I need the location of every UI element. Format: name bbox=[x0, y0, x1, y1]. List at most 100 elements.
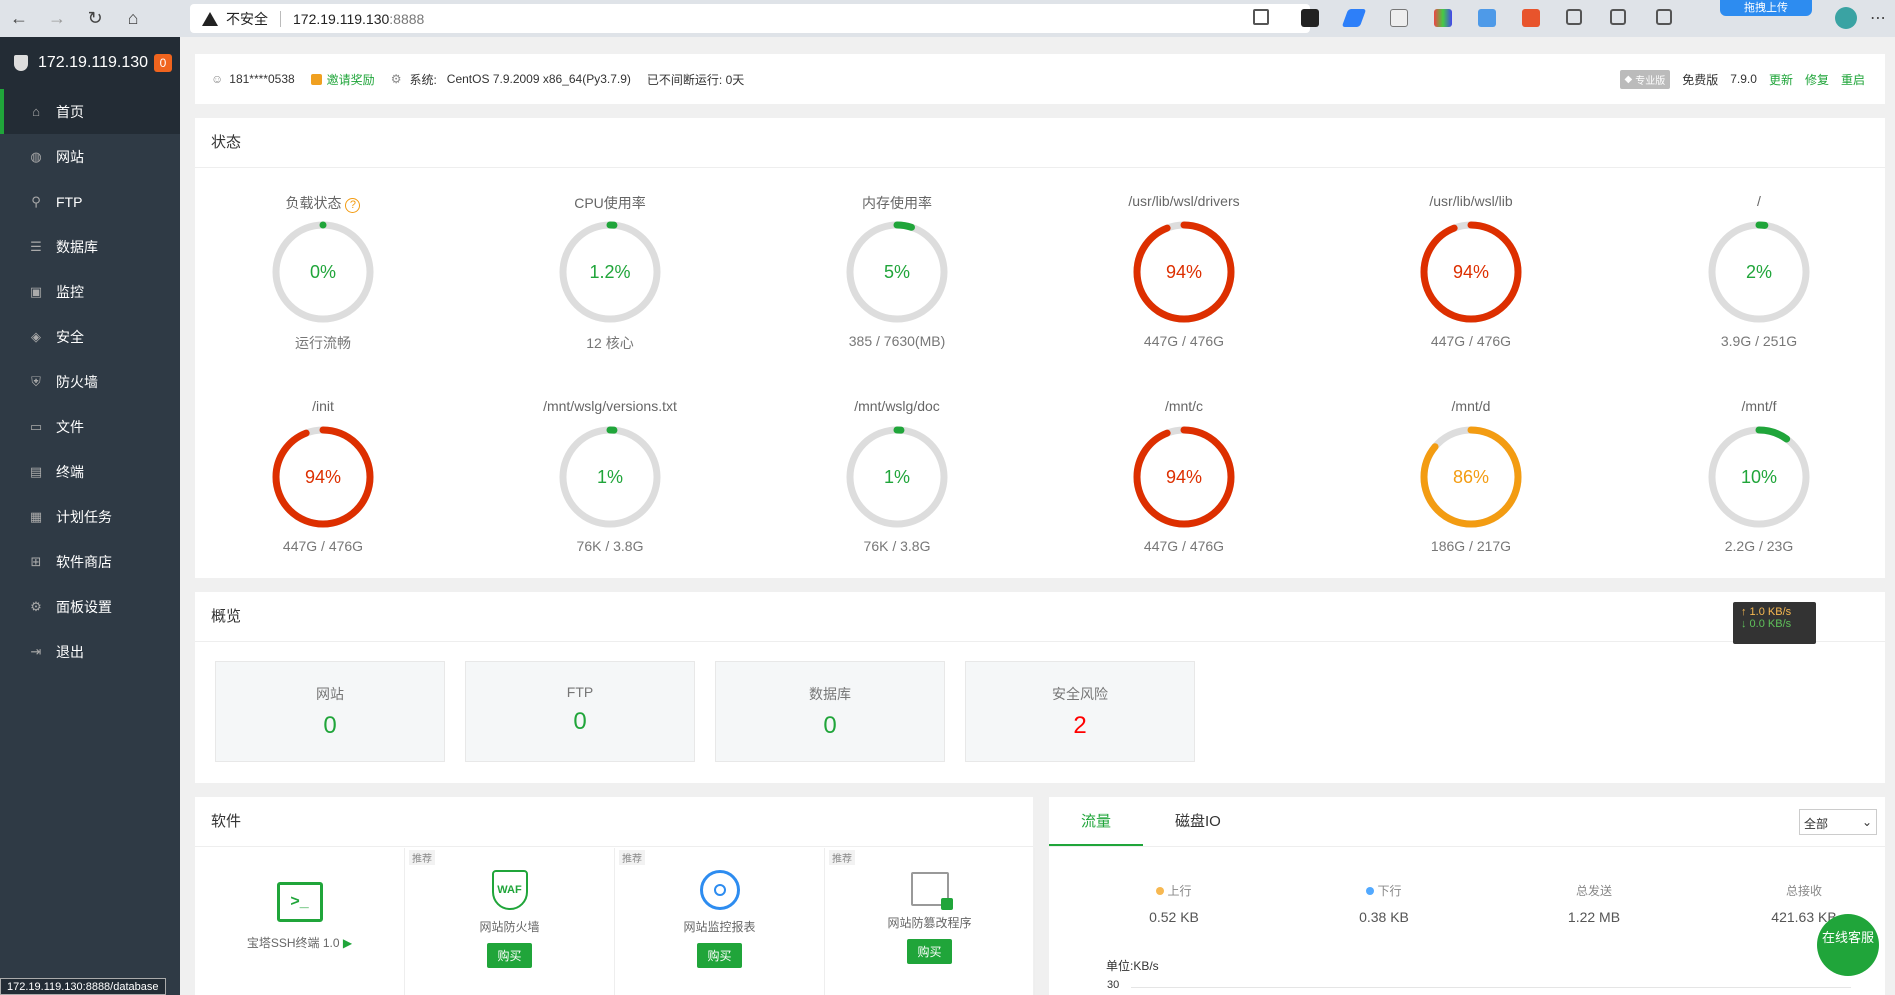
sidebar-item-10[interactable]: ⊞ 软件商店 bbox=[0, 539, 180, 584]
message-badge[interactable]: 0 bbox=[154, 54, 172, 72]
overview-value: 2 bbox=[1073, 712, 1087, 739]
overview-label: FTP bbox=[566, 684, 594, 700]
sidebar-item-2[interactable]: ⚲ FTP bbox=[0, 179, 180, 224]
gauge[interactable]: / 2% 3.9G / 251G bbox=[1659, 193, 1859, 349]
sidebar-item-9[interactable]: ▦ 计划任务 bbox=[0, 494, 180, 539]
tab-disk-io[interactable]: 磁盘IO bbox=[1143, 797, 1253, 846]
more-icon[interactable]: ⋯ bbox=[1870, 8, 1886, 28]
gauge-ring: 5% bbox=[846, 221, 948, 323]
pro-badge[interactable]: ◆ 专业版 bbox=[1619, 69, 1671, 89]
gauge[interactable]: /init 94% 447G / 476G bbox=[223, 398, 423, 554]
upload-pill[interactable]: 拖拽上传 bbox=[1720, 0, 1812, 16]
terminal-app-icon: >_ bbox=[276, 882, 323, 922]
sidebar-item-label: 软件商店 bbox=[56, 553, 112, 570]
tamper-proof-icon bbox=[910, 872, 953, 910]
collections-icon[interactable] bbox=[1656, 9, 1672, 25]
palette-icon[interactable] bbox=[1434, 9, 1452, 27]
address-bar[interactable]: 不安全 172.19.119.130:8888 bbox=[190, 4, 1310, 33]
monitor-report-icon bbox=[699, 870, 740, 910]
gauge[interactable]: 内存使用率 5% 385 / 7630(MB) bbox=[797, 193, 997, 349]
gauge[interactable]: /mnt/wslg/doc 1% 76K / 3.8G bbox=[797, 398, 997, 554]
grid-icon: ⊞ bbox=[30, 553, 42, 569]
gauge[interactable]: /mnt/d 86% 186G / 217G bbox=[1371, 398, 1571, 554]
sidebar-item-5[interactable]: ◈ 安全 bbox=[0, 314, 180, 359]
forward-icon[interactable]: → bbox=[38, 0, 76, 37]
stat-value: 0.52 KB bbox=[1149, 909, 1199, 925]
shield-logo-icon bbox=[14, 55, 28, 71]
sidebar-item-11[interactable]: ⚙ 面板设置 bbox=[0, 584, 180, 629]
network-icon[interactable] bbox=[1478, 9, 1496, 27]
gauge-ring: 94% bbox=[1133, 426, 1235, 528]
update-link[interactable]: 更新 bbox=[1769, 71, 1793, 88]
restart-link[interactable]: 重启 bbox=[1841, 71, 1865, 88]
gauge-value: 94% bbox=[1453, 262, 1489, 282]
sidebar-item-3[interactable]: ☰ 数据库 bbox=[0, 224, 180, 269]
software-item[interactable]: 推荐 网站防篡改程序 购买 bbox=[825, 848, 1035, 995]
pen-icon[interactable] bbox=[1341, 9, 1367, 27]
online-support-button[interactable]: 在线客服 bbox=[1817, 914, 1879, 976]
software-item[interactable]: 推荐 WAF 网站防火墙 购买 bbox=[405, 848, 615, 995]
overview-box[interactable]: 网站 0 bbox=[215, 661, 445, 762]
overview-box[interactable]: FTP 0 bbox=[465, 661, 695, 762]
chart-unit: 单位:KB/s bbox=[1106, 959, 1159, 973]
gauge-sub: 447G / 476G bbox=[1143, 333, 1225, 349]
gear-icon: ⚙ bbox=[30, 598, 42, 614]
software-item[interactable]: 推荐 网站监控报表 购买 bbox=[615, 848, 825, 995]
user-icon: ☺ bbox=[211, 72, 224, 86]
sidebar-item-6[interactable]: ⛨ 防火墙 bbox=[0, 359, 180, 404]
buy-button[interactable]: 购买 bbox=[487, 943, 532, 968]
overview-box[interactable]: 数据库 0 bbox=[715, 661, 945, 762]
gauge-sub: 385 / 7630(MB) bbox=[848, 333, 946, 349]
buy-button[interactable]: 购买 bbox=[907, 939, 952, 964]
gauge-value: 94% bbox=[1166, 262, 1202, 282]
monitor-icon: ▣ bbox=[29, 283, 43, 299]
sidebar-item-label: 终端 bbox=[56, 463, 84, 480]
gauge-name: /mnt/f bbox=[1741, 398, 1777, 414]
gauge[interactable]: 负载状态 ? 0% 运行流畅 bbox=[223, 193, 423, 353]
back-icon[interactable]: ← bbox=[0, 0, 38, 37]
sidebar-item-label: 监控 bbox=[56, 283, 84, 300]
profile-icon[interactable] bbox=[1835, 7, 1857, 29]
user-account[interactable]: 181****0538 bbox=[229, 72, 294, 86]
uptime: 已不间断运行: 0天 bbox=[646, 72, 745, 87]
overview-box[interactable]: 安全风险 2 bbox=[965, 661, 1195, 762]
sidebar-item-12[interactable]: ⇥ 退出 bbox=[0, 629, 180, 674]
gauge[interactable]: /mnt/wslg/versions.txt 1% 76K / 3.8G bbox=[510, 398, 710, 554]
gauge[interactable]: /usr/lib/wsl/lib 94% 447G / 476G bbox=[1371, 193, 1571, 349]
star-icon[interactable] bbox=[1253, 9, 1269, 25]
gift-icon bbox=[310, 73, 322, 85]
gauge[interactable]: CPU使用率 1.2% 12 核心 bbox=[510, 193, 710, 353]
repair-link[interactable]: 修复 bbox=[1805, 71, 1829, 88]
buy-button[interactable]: 购买 bbox=[697, 943, 742, 968]
recommend-tag: 推荐 bbox=[829, 850, 855, 865]
software-item[interactable]: >_ 宝塔SSH终端 1.0 ▶ bbox=[195, 848, 405, 995]
gauge[interactable]: /mnt/c 94% 447G / 476G bbox=[1084, 398, 1284, 554]
sidebar-item-0[interactable]: ⌂ 首页 bbox=[0, 89, 180, 134]
tab-traffic[interactable]: 流量 bbox=[1049, 797, 1144, 846]
chevron-down-icon: ⌄ bbox=[1861, 815, 1872, 829]
help-icon[interactable]: ? bbox=[345, 198, 361, 213]
gauge-sub: 76K / 3.8G bbox=[576, 538, 644, 554]
c-extension-icon[interactable] bbox=[1522, 9, 1540, 27]
document-icon[interactable] bbox=[1390, 9, 1408, 27]
gauge-ring: 2% bbox=[1708, 221, 1810, 323]
sidebar-item-4[interactable]: ▣ 监控 bbox=[0, 269, 180, 314]
recommend-tag: 推荐 bbox=[619, 850, 645, 865]
sidebar-item-1[interactable]: ◍ 网站 bbox=[0, 134, 180, 179]
gauge[interactable]: /usr/lib/wsl/drivers 94% 447G / 476G bbox=[1084, 193, 1284, 349]
sidebar-item-7[interactable]: ▭ 文件 bbox=[0, 404, 180, 449]
home-browser-icon[interactable]: ⌂ bbox=[114, 0, 152, 37]
software-title: 软件 bbox=[195, 797, 1033, 847]
favorites-icon[interactable] bbox=[1610, 9, 1626, 25]
reload-icon[interactable]: ↻ bbox=[76, 0, 114, 37]
sidebar-item-8[interactable]: ▤ 终端 bbox=[0, 449, 180, 494]
logout-icon: ⇥ bbox=[30, 643, 42, 659]
invite-link[interactable]: 邀请奖励 bbox=[327, 71, 375, 88]
gauge[interactable]: /mnt/f 10% 2.2G / 23G bbox=[1659, 398, 1859, 554]
extension-icon[interactable] bbox=[1301, 9, 1319, 27]
interface-select[interactable]: 全部 ⌄ bbox=[1799, 809, 1877, 835]
stat-value: 1.22 MB bbox=[1567, 909, 1621, 925]
puzzle-icon[interactable] bbox=[1566, 9, 1582, 25]
overview-label: 安全风险 bbox=[1052, 686, 1108, 702]
security-label: 不安全 bbox=[226, 10, 268, 27]
